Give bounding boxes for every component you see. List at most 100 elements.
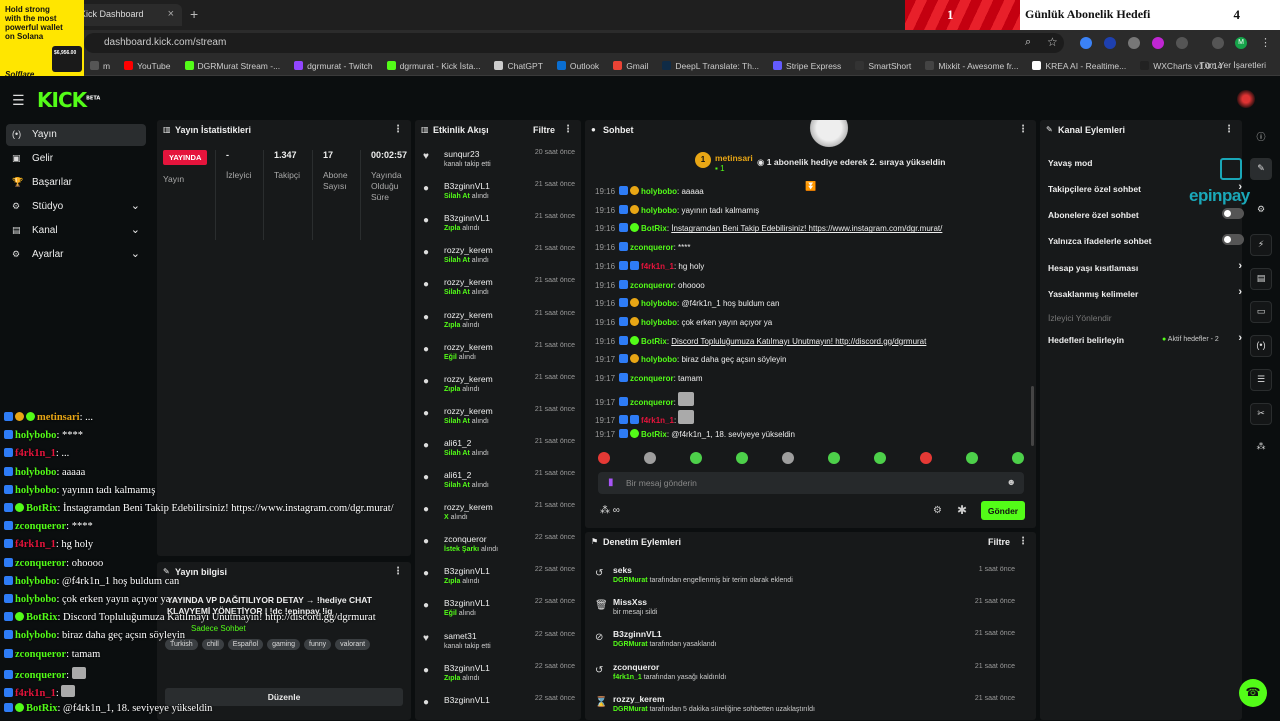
slow-mode-setting[interactable]: Yavaş mod <box>1048 158 1238 178</box>
account-age-setting[interactable]: Hesap yaşı kısıtlaması › <box>1048 260 1242 283</box>
mic-icon[interactable]: ▮ <box>608 477 614 488</box>
emote-icon[interactable] <box>736 452 748 464</box>
bookmark-item[interactable]: dgrmurat - Twitch <box>294 60 373 71</box>
browser-tab[interactable]: Kick Dashboard × <box>70 4 182 26</box>
chat-username[interactable]: holybobo <box>641 299 677 308</box>
chat-username[interactable]: f4rk1n_1 <box>641 416 674 425</box>
info-icon[interactable]: ⓘ <box>1250 126 1272 148</box>
zoom-icon[interactable]: ⌕ <box>1025 36 1031 49</box>
profile-icon[interactable]: M <box>1235 37 1247 49</box>
new-tab-icon[interactable]: + <box>190 6 198 22</box>
chat-input[interactable]: ▮ Bir mesaj gönderin ☻ <box>598 472 1024 494</box>
goals-setting[interactable]: Hedefleri belirleyin ● Aktif hedefler - … <box>1048 332 1242 355</box>
chat-username[interactable]: BotRix <box>641 337 667 346</box>
bookmark-item[interactable]: ChatGPT <box>494 60 543 71</box>
playlist-icon[interactable] <box>1212 37 1224 49</box>
all-bookmarks[interactable]: Tüm Yer İşaretleri <box>1199 60 1266 70</box>
chat-username[interactable]: holybobo <box>641 206 677 215</box>
broadcast-icon[interactable]: (•) <box>1250 335 1272 357</box>
chat-tools-icon[interactable]: ✱ <box>957 503 967 517</box>
tag-chip[interactable]: valorant <box>335 639 371 650</box>
bookmark-item[interactable]: Stripe Express <box>773 60 841 71</box>
extension-icon[interactable] <box>1152 37 1164 49</box>
bookmark-item[interactable]: KREA AI - Realtime... <box>1032 60 1126 71</box>
bookmark-star-icon[interactable]: ☆ <box>1047 35 1058 49</box>
points-icon[interactable]: ⁂ ∞ <box>600 505 620 516</box>
extension-icon[interactable] <box>1080 37 1092 49</box>
bookmark-item[interactable]: m <box>90 60 110 71</box>
bookmark-item[interactable]: Mixkit - Awesome fr... <box>925 60 1018 71</box>
panel-menu-icon[interactable]: ⋮ <box>1018 124 1028 135</box>
filter-button[interactable]: Filtre <box>533 125 555 135</box>
sidebar-item-4[interactable]: ▤ Kanal ⌄ <box>6 220 146 242</box>
menu-kebab-icon[interactable]: ⋮ <box>1260 36 1271 49</box>
banned-words-setting[interactable]: Yasaklanmış kelimeler › <box>1048 286 1242 309</box>
chat-username[interactable]: zconqueror <box>630 243 674 252</box>
emotes-only-setting[interactable]: Yalnızca ifadelerle sohbet <box>1048 234 1244 256</box>
chat-username[interactable]: f4rk1n_1 <box>641 262 674 271</box>
chat-username[interactable]: BotRix <box>641 430 667 439</box>
bookmark-item[interactable]: DeepL Translate: Th... <box>662 60 759 71</box>
tab-close-icon[interactable]: × <box>168 8 174 20</box>
tag-chip[interactable]: gaming <box>267 639 301 650</box>
bookmark-item[interactable]: YouTube <box>124 60 171 71</box>
bookmark-item[interactable]: SmartShort <box>855 60 911 71</box>
avatar[interactable] <box>1237 90 1255 108</box>
sidebar-item-1[interactable]: ▣ Gelir <box>6 148 146 170</box>
support-chat-icon[interactable]: ☎ <box>1239 679 1267 707</box>
subs-only-toggle[interactable] <box>1222 208 1244 219</box>
emotes-only-toggle[interactable] <box>1222 234 1244 245</box>
panel-menu-icon[interactable]: ⋮ <box>563 124 573 135</box>
emote-icon[interactable] <box>782 452 794 464</box>
subs-only-setting[interactable]: Abonelere özel sohbet <box>1048 208 1244 230</box>
filter-button[interactable]: Filtre <box>988 537 1010 547</box>
chat-username[interactable]: zconqueror <box>630 374 674 383</box>
chat-username[interactable]: holybobo <box>641 187 677 196</box>
emote-icon[interactable] <box>966 452 978 464</box>
panel-menu-icon[interactable]: ⋮ <box>1224 124 1234 135</box>
chat-username[interactable]: BotRix <box>641 224 667 233</box>
emote-icon[interactable] <box>920 452 932 464</box>
tag-chip[interactable]: chill <box>201 639 224 650</box>
sidebar-item-5[interactable]: ⚙ Ayarlar ⌄ <box>6 244 146 266</box>
chat-username[interactable]: holybobo <box>641 318 677 327</box>
chat-icon[interactable]: ▭ <box>1250 301 1272 323</box>
emote-icon[interactable] <box>690 452 702 464</box>
emote-icon[interactable] <box>1012 452 1024 464</box>
emote-icon[interactable] <box>598 452 610 464</box>
bookmark-item[interactable]: dgrmurat - Kick İsta... <box>386 60 480 71</box>
tag-chip[interactable]: Español <box>227 639 264 650</box>
shield-icon[interactable] <box>1128 37 1140 49</box>
chat-username[interactable]: holybobo <box>641 355 677 364</box>
chat-scrollbar[interactable] <box>1031 386 1034 446</box>
chat-settings-icon[interactable]: ⚙ <box>933 505 942 516</box>
send-button[interactable]: Gönder <box>981 501 1025 520</box>
emote-icon[interactable] <box>874 452 886 464</box>
chat-username[interactable]: zconqueror <box>630 281 674 290</box>
sidebar-item-3[interactable]: ⚙ Stüdyo ⌄ <box>6 196 146 218</box>
tag-chip[interactable]: funny <box>304 639 332 650</box>
emote-icon[interactable] <box>828 452 840 464</box>
edit-icon[interactable]: ✎ <box>1250 158 1272 180</box>
bookmark-item[interactable]: Gmail <box>613 60 648 71</box>
emoji-icon[interactable]: ☻ <box>1007 477 1016 487</box>
sidebar-item-2[interactable]: 🏆 Başarılar <box>6 172 146 194</box>
kick-logo[interactable]: KICKBETA <box>37 88 100 112</box>
wrench-icon[interactable]: ✂ <box>1250 403 1272 425</box>
chat-username[interactable]: zconqueror <box>630 398 674 407</box>
sidebar-item-0[interactable]: (•) Yayın <box>6 124 146 146</box>
bookmark-item[interactable]: DGRMurat Stream -... <box>184 60 280 71</box>
list-icon[interactable]: ☰ <box>1250 369 1272 391</box>
extension-icon[interactable] <box>1104 37 1116 49</box>
settings-icon[interactable]: ⚙ <box>1250 200 1272 222</box>
puzzle-icon[interactable] <box>1176 37 1188 49</box>
lightning-icon[interactable]: ⚡ <box>1250 234 1272 256</box>
url-bar[interactable]: dashboard.kick.com/stream <box>84 33 1064 53</box>
panel-menu-icon[interactable]: ⋮ <box>393 566 403 577</box>
hamburger-menu-icon[interactable]: ☰ <box>12 92 25 109</box>
apps-icon[interactable]: ⁂ <box>1250 437 1272 459</box>
panel-menu-icon[interactable]: ⋮ <box>393 124 403 135</box>
bookmark-item[interactable]: Outlook <box>556 60 599 71</box>
panel-menu-icon[interactable]: ⋮ <box>1018 536 1028 547</box>
emote-icon[interactable] <box>644 452 656 464</box>
